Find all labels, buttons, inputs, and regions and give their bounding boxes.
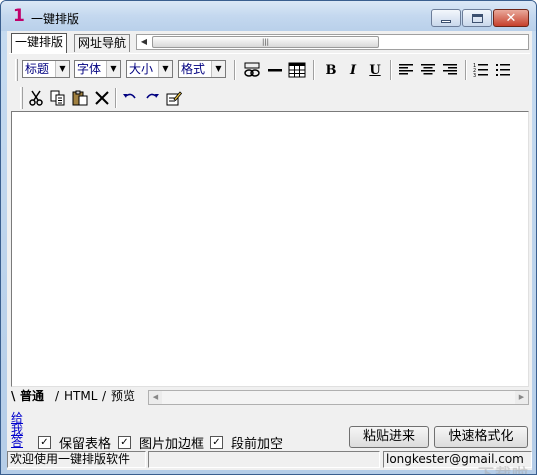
paste-button[interactable]	[69, 87, 91, 109]
keep-table-checkbox[interactable]: ✓ 保留表格	[38, 434, 112, 452]
numbered-list-icon: 1 2 3	[473, 63, 488, 78]
check-icon: ✓	[38, 435, 51, 449]
clipboard-icon	[72, 90, 88, 106]
editor-area[interactable]	[11, 111, 529, 387]
align-center-icon	[421, 64, 435, 75]
status-welcome: 欢迎使用一键排版软件	[7, 451, 146, 468]
chevron-down-icon: ▼	[55, 61, 69, 77]
title-bar[interactable]: 1 一键排版 ✕	[1, 1, 536, 31]
align-right-button[interactable]	[439, 59, 461, 81]
insert-table-button[interactable]	[286, 59, 308, 81]
minimize-button[interactable]	[431, 9, 461, 27]
indent-paragraph-label: 段前加空	[231, 436, 284, 452]
app-logo: 1	[13, 6, 25, 26]
editor-horizontal-scrollbar[interactable]: ◀ ▶	[148, 390, 529, 405]
client-area: 一键排版 网址导航 ◀ ||| 标题 ▼ 字体 ▼ 大小 ▼ 格式 ▼ B I …	[7, 31, 532, 474]
italic-button[interactable]: I	[342, 59, 364, 81]
format-toolbar: 标题 ▼ 字体 ▼ 大小 ▼ 格式 ▼ B I U 1 2 3	[9, 57, 530, 83]
minimize-icon	[441, 19, 451, 23]
toolbar-panel: 标题 ▼ 字体 ▼ 大小 ▼ 格式 ▼ B I U 1 2 3	[9, 53, 530, 112]
svg-text:3: 3	[473, 73, 476, 78]
image-border-label: 图片加边框	[139, 436, 205, 452]
align-left-icon	[399, 64, 413, 75]
cut-button[interactable]	[25, 87, 47, 109]
tab-one-click-layout[interactable]: 一键排版	[11, 33, 68, 53]
toolbar-grip[interactable]	[20, 87, 23, 109]
tab-scrollbar[interactable]: ◀ |||	[136, 34, 529, 50]
align-right-icon	[443, 64, 457, 75]
heading-select[interactable]: 标题 ▼	[22, 60, 70, 78]
underline-button[interactable]: U	[364, 59, 386, 81]
tab-html-label: HTML	[64, 389, 98, 403]
tab-normal[interactable]: \ 普通	[11, 388, 44, 404]
scroll-right-icon[interactable]: ▶	[515, 391, 528, 404]
web-link-icon	[244, 62, 260, 77]
undo-icon	[123, 93, 136, 99]
delete-x-icon	[95, 91, 109, 105]
format-select[interactable]: 格式 ▼	[178, 60, 226, 78]
indent-paragraph-checkbox[interactable]: ✓ 段前加空	[210, 434, 284, 452]
horizontal-rule-button[interactable]	[264, 59, 286, 81]
size-select-label: 大小	[129, 62, 154, 76]
delete-button[interactable]	[91, 87, 113, 109]
font-select[interactable]: 字体 ▼	[74, 60, 121, 78]
quick-format-button[interactable]: 快速格式化	[434, 426, 528, 448]
chevron-down-icon: ▼	[158, 61, 172, 77]
paste-in-button[interactable]: 粘贴进来	[349, 426, 429, 448]
app-window: 1 一键排版 ✕ 一键排版 网址导航 ◀ ||| 标题 ▼ 字体 ▼ 大小 ▼ …	[0, 0, 537, 475]
window-title: 一键排版	[31, 12, 80, 26]
chevron-down-icon: ▼	[106, 61, 120, 77]
tab-html[interactable]: / HTML	[55, 388, 97, 404]
toolbar-separator	[115, 88, 117, 108]
toolbar-separator	[234, 60, 236, 80]
align-left-button[interactable]	[395, 59, 417, 81]
watermark: 下载啦	[478, 465, 530, 475]
close-button[interactable]: ✕	[493, 9, 529, 27]
scroll-thumb[interactable]: |||	[152, 36, 379, 48]
table-icon	[288, 62, 306, 78]
status-empty	[148, 451, 380, 468]
numbered-list-button[interactable]: 1 2 3	[470, 59, 492, 81]
heading-select-label: 标题	[25, 62, 50, 76]
tab-normal-label: 普通	[20, 389, 45, 403]
format-select-label: 格式	[181, 62, 206, 76]
tab-preview-label: 预览	[111, 389, 136, 403]
bold-button[interactable]: B	[320, 59, 342, 81]
chevron-down-icon: ▼	[211, 61, 225, 77]
maximize-button[interactable]	[462, 9, 492, 27]
size-select[interactable]: 大小 ▼	[126, 60, 173, 78]
redo-icon	[146, 93, 159, 99]
horizontal-rule-icon	[268, 69, 282, 72]
align-center-button[interactable]	[417, 59, 439, 81]
copy-icon	[50, 90, 65, 106]
scissors-icon	[29, 90, 43, 106]
image-border-checkbox[interactable]: ✓ 图片加边框	[118, 434, 205, 452]
feedback-link[interactable]: 给我答	[11, 412, 25, 448]
edit-properties-button[interactable]	[163, 87, 185, 109]
close-icon: ✕	[505, 10, 517, 26]
toolbar-separator	[465, 60, 467, 80]
scroll-left-icon[interactable]: ◀	[149, 391, 162, 404]
keep-table-label: 保留表格	[59, 436, 112, 452]
status-bar: 欢迎使用一键排版软件 longkester@gmail.com	[7, 450, 532, 468]
bullet-list-icon	[496, 64, 510, 76]
scroll-left-icon[interactable]: ◀	[137, 35, 151, 49]
font-select-label: 字体	[77, 62, 102, 76]
insert-link-button[interactable]	[241, 59, 263, 81]
check-icon: ✓	[210, 435, 223, 449]
tab-url-navigation[interactable]: 网址导航	[74, 34, 131, 52]
toolbar-grip[interactable]	[15, 59, 18, 81]
edit-note-icon	[166, 91, 182, 106]
undo-button[interactable]	[119, 87, 141, 109]
redo-button[interactable]	[141, 87, 163, 109]
toolbar-separator	[390, 60, 392, 80]
bullet-list-button[interactable]	[492, 59, 514, 81]
maximize-icon	[471, 13, 483, 23]
edit-toolbar	[9, 85, 530, 111]
toolbar-separator	[313, 60, 315, 80]
copy-button[interactable]	[47, 87, 69, 109]
check-icon: ✓	[118, 435, 131, 449]
tab-preview[interactable]: / 预览	[102, 388, 135, 404]
